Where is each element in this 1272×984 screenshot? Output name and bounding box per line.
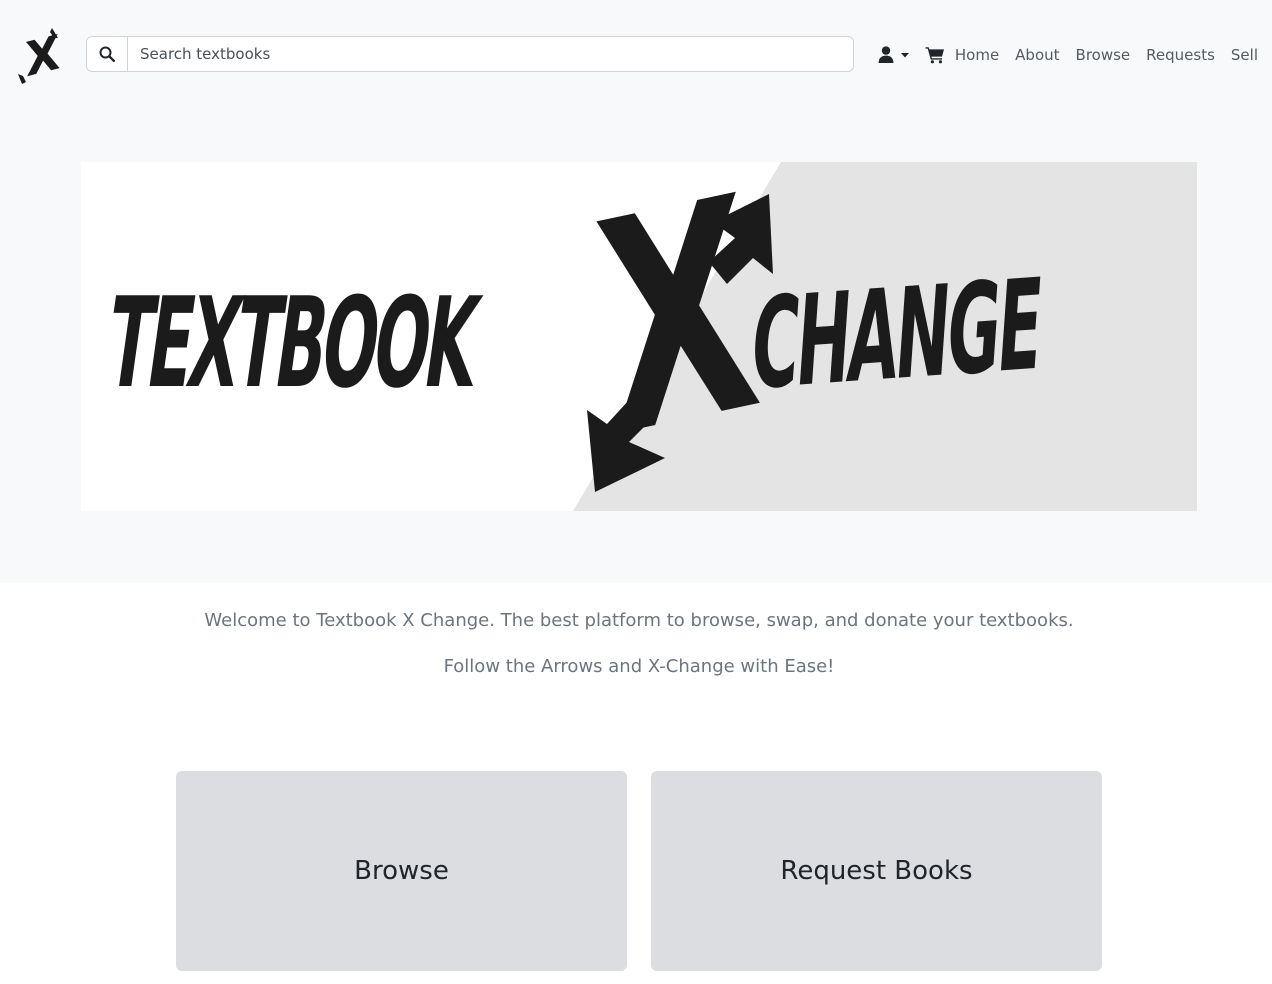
- account-dropdown-toggle[interactable]: [876, 44, 914, 66]
- nav-requests-link[interactable]: Requests: [1146, 46, 1215, 64]
- main-nav: Home About Browse Requests Sell: [939, 44, 1258, 66]
- request-books-card-title: Request Books: [780, 856, 973, 886]
- user-icon: [878, 46, 894, 63]
- textbook-x-change-wordmark: TEXTBOOK CHANGE X: [81, 162, 1197, 511]
- nav-home-link[interactable]: Home: [955, 46, 999, 64]
- request-books-card[interactable]: Request Books: [651, 771, 1102, 971]
- search-button[interactable]: [87, 37, 128, 71]
- search-input[interactable]: [128, 37, 853, 71]
- x-arrow-logo-icon: X: [16, 25, 69, 87]
- browse-card-title: Browse: [354, 856, 449, 886]
- nav-about-link[interactable]: About: [1015, 46, 1059, 64]
- welcome-text: Welcome to Textbook X Change. The best p…: [204, 610, 1074, 631]
- caret-down-icon: [901, 53, 909, 58]
- nav-browse-link[interactable]: Browse: [1076, 46, 1131, 64]
- nav-sell-link[interactable]: Sell: [1231, 46, 1258, 64]
- search-icon: [99, 46, 115, 62]
- hero-banner-logo: TEXTBOOK CHANGE X: [81, 162, 1197, 511]
- banner-word-change: CHANGE: [747, 251, 1045, 418]
- browse-card[interactable]: Browse: [176, 771, 627, 971]
- brand-logo[interactable]: X: [16, 24, 69, 88]
- search-bar: [86, 36, 854, 72]
- banner-word-textbook: TEXTBOOK: [99, 270, 490, 416]
- tagline-text: Follow the Arrows and X-Change with Ease…: [443, 656, 835, 677]
